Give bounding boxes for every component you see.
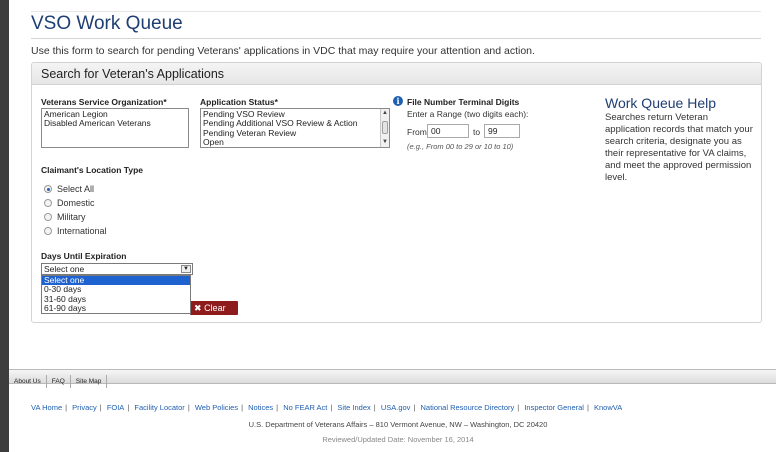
scroll-down-arrow-icon[interactable]: ▼: [382, 139, 388, 146]
footer-nav-faq[interactable]: FAQ: [47, 375, 71, 388]
radio-label: Military: [57, 212, 86, 222]
footer-link-foia[interactable]: FOIA: [107, 403, 125, 412]
expiration-option[interactable]: 61-90 days: [42, 303, 190, 313]
footer-reviewed-date: Reviewed/Updated Date: November 16, 2014: [322, 435, 474, 444]
footer-link-inspector-general[interactable]: Inspector General: [524, 403, 584, 412]
terminal-digits-hint: (e.g., From 00 to 29 or 10 to 10): [407, 142, 514, 151]
info-icon[interactable]: i: [393, 96, 403, 106]
vso-label: Veterans Service Organization*: [41, 97, 167, 107]
expiration-select[interactable]: Select one ▼: [41, 263, 193, 275]
page-title: VSO Work Queue: [31, 13, 183, 34]
from-digits-input[interactable]: 00: [427, 124, 469, 138]
to-digits-input[interactable]: 99: [484, 124, 520, 138]
terminal-digits-label: File Number Terminal Digits: [407, 97, 520, 107]
vso-option[interactable]: Disabled American Veterans: [44, 118, 186, 128]
footer-link-va-home[interactable]: VA Home: [31, 403, 62, 412]
help-text: Searches return Veteran application reco…: [605, 112, 753, 183]
expiration-selected-value: Select one: [44, 264, 85, 274]
radio-icon[interactable]: [44, 199, 52, 207]
close-icon: ✖: [194, 303, 202, 313]
left-edge-bar: [0, 0, 9, 452]
footer-link-national-resource-directory[interactable]: National Resource Directory: [420, 403, 514, 412]
footer-link-site-index[interactable]: Site Index: [337, 403, 370, 412]
radio-icon[interactable]: [44, 213, 52, 221]
radio-label: International: [57, 226, 107, 236]
from-label: From: [407, 127, 427, 137]
radio-icon[interactable]: [44, 185, 52, 193]
search-panel-heading: Search for Veteran's Applications: [32, 63, 761, 85]
to-label: to: [473, 127, 481, 137]
location-option-military[interactable]: Military: [44, 212, 86, 222]
scroll-up-arrow-icon[interactable]: ▲: [382, 110, 388, 117]
footer-address: U.S. Department of Veterans Affairs – 81…: [248, 420, 548, 429]
location-option-domestic[interactable]: Domestic: [44, 198, 95, 208]
footer-nav-about-us[interactable]: About Us: [9, 375, 47, 388]
application-status-label: Application Status*: [200, 97, 278, 107]
status-option[interactable]: Pending Veteran Review: [203, 128, 387, 138]
expiration-dropdown-list[interactable]: Select one 0-30 days 31-60 days 61-90 da…: [41, 275, 191, 314]
radio-label: Domestic: [57, 198, 95, 208]
radio-icon[interactable]: [44, 227, 52, 235]
footer-link-no-fear-act[interactable]: No FEAR Act: [283, 403, 327, 412]
expiration-label: Days Until Expiration: [41, 251, 127, 261]
terminal-digits-instruction: Enter a Range (two digits each):: [407, 109, 529, 119]
footer-link-facility-locator[interactable]: Facility Locator: [134, 403, 184, 412]
chevron-down-icon[interactable]: ▼: [181, 265, 191, 273]
footer-nav-bar: About Us FAQ Site Map: [9, 369, 776, 388]
footer-links: VA Home | Privacy | FOIA | Facility Locator…: [31, 403, 623, 412]
location-option-select-all[interactable]: Select All: [44, 184, 94, 194]
footer-nav-site-map[interactable]: Site Map: [71, 375, 108, 388]
status-scrollbar[interactable]: ▲ ▼: [380, 109, 389, 147]
footer-link-knowva[interactable]: KnowVA: [594, 403, 622, 412]
status-option[interactable]: Open: [203, 137, 387, 147]
scroll-thumb[interactable]: [382, 121, 388, 134]
footer-link-web-policies[interactable]: Web Policies: [195, 403, 238, 412]
intro-text: Use this form to search for pending Vete…: [31, 45, 535, 57]
location-option-international[interactable]: International: [44, 226, 107, 236]
footer-link-notices[interactable]: Notices: [248, 403, 273, 412]
application-status-listbox[interactable]: Pending VSO Review Pending Additional VS…: [200, 108, 390, 148]
title-top-rule: [31, 11, 761, 12]
title-divider: [31, 38, 761, 39]
location-type-label: Claimant's Location Type: [41, 165, 143, 175]
radio-label: Select All: [57, 184, 95, 194]
clear-button-label: Clear: [204, 303, 226, 313]
vso-listbox[interactable]: American Legion Disabled American Vetera…: [41, 108, 189, 148]
footer-link-usa-gov[interactable]: USA.gov: [381, 403, 411, 412]
footer-link-privacy[interactable]: Privacy: [72, 403, 97, 412]
help-title: Work Queue Help: [605, 95, 717, 111]
clear-button[interactable]: ✖ Clear: [190, 301, 238, 315]
